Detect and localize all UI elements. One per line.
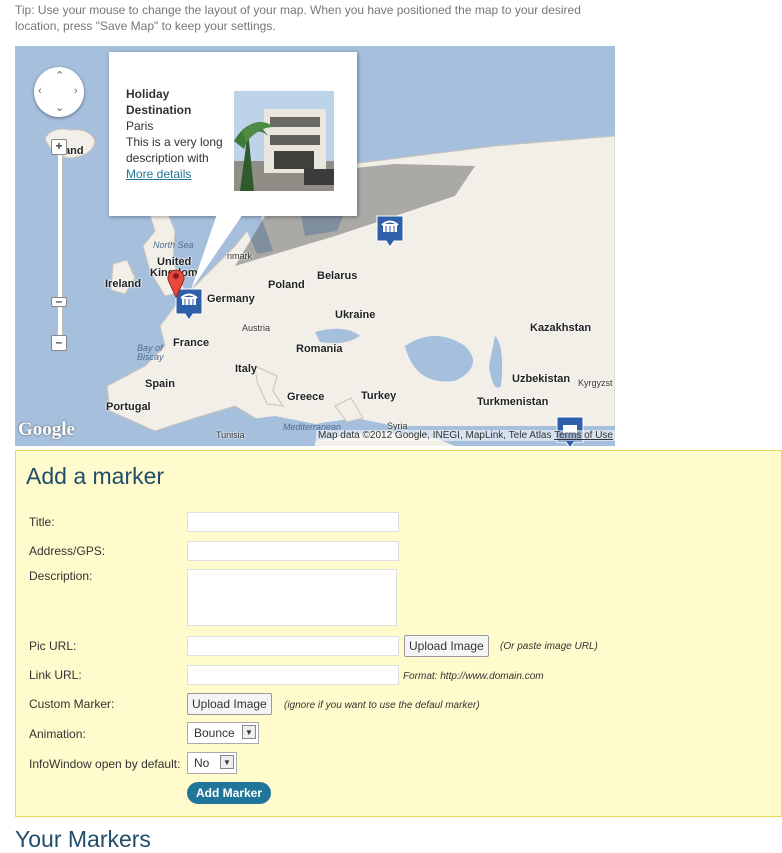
map-marker-icon[interactable]: [376, 215, 404, 249]
custom-marker-hint: (ignore if you want to use the defaul ma…: [284, 700, 480, 711]
custom-marker-upload-button[interactable]: Upload Image: [187, 693, 272, 715]
map-label-ireland: Ireland: [105, 278, 142, 290]
pan-right-icon[interactable]: ›: [74, 85, 78, 97]
map-credits: Map data ©2012 Google, INEGI, MapLink, T…: [316, 430, 615, 441]
pan-control[interactable]: ⌃ ⌄ ‹ ›: [34, 67, 84, 117]
link-url-label: Link URL:: [29, 668, 82, 682]
info-window-image: [234, 91, 334, 191]
info-window-city: Paris: [126, 119, 154, 133]
map-label-ukraine: Ukraine: [335, 309, 376, 321]
info-window-description: This is a very long description with: [126, 135, 223, 165]
map-label-greece: Greece: [287, 391, 325, 403]
pan-left-icon[interactable]: ‹: [38, 85, 42, 97]
map-label-turkmenistan: Turkmenistan: [477, 396, 549, 408]
add-marker-panel: Add a marker Title: Address/GPS: Descrip…: [15, 450, 782, 817]
chevron-down-icon: ▼: [220, 755, 234, 769]
more-details-link[interactable]: More details: [126, 167, 191, 181]
map-label-bay-of-biscay-2: Biscay: [137, 352, 164, 362]
panel-heading: Add a marker: [26, 463, 165, 489]
map-label-germany: Germany: [207, 293, 255, 305]
zoom-slider[interactable]: [57, 146, 63, 343]
infowindow-label: InfoWindow open by default:: [29, 757, 181, 771]
pic-url-input[interactable]: [187, 636, 399, 656]
zoom-out-button[interactable]: –: [51, 335, 67, 351]
google-logo: Google: [18, 419, 75, 440]
info-window-title: Holiday Destination: [126, 87, 192, 117]
title-label: Title:: [29, 515, 55, 529]
upload-image-button[interactable]: Upload Image: [404, 635, 489, 657]
title-input[interactable]: [187, 512, 399, 532]
info-window-tail: [191, 214, 243, 290]
map-label-belarus: Belarus: [317, 270, 358, 282]
address-label: Address/GPS:: [29, 544, 106, 558]
animation-value: Bounce: [194, 726, 235, 740]
terms-of-use-link[interactable]: Terms of Use: [554, 430, 613, 441]
map-label-austria: Austria: [242, 323, 271, 333]
info-window: Holiday Destination Paris This is a very…: [109, 52, 357, 216]
map-data-credits: Map data ©2012 Google, INEGI, MapLink, T…: [318, 430, 552, 441]
custom-marker-label: Custom Marker:: [29, 697, 115, 711]
infowindow-select[interactable]: No ▼: [187, 752, 237, 774]
map-label-kyrgyz: Kyrgyzst: [578, 378, 613, 388]
map-label-france: France: [173, 337, 210, 349]
description-label: Description:: [29, 569, 93, 583]
address-input[interactable]: [187, 541, 399, 561]
zoom-in-button[interactable]: +: [51, 139, 67, 155]
description-textarea[interactable]: [187, 569, 397, 626]
animation-label: Animation:: [29, 727, 86, 741]
infowindow-value: No: [194, 756, 210, 770]
pan-up-icon[interactable]: ⌃: [55, 69, 64, 82]
map-label-tunisia: Tunisia: [216, 430, 245, 440]
map-label-italy: Italy: [235, 363, 258, 375]
add-marker-button[interactable]: Add Marker: [187, 782, 271, 804]
animation-select[interactable]: Bounce ▼: [187, 722, 259, 744]
chevron-down-icon: ▼: [242, 725, 256, 739]
link-url-input[interactable]: [187, 665, 399, 685]
map-label-turkey: Turkey: [361, 390, 397, 402]
pan-down-icon[interactable]: ⌄: [55, 101, 64, 114]
map-label-portugal: Portugal: [106, 401, 151, 413]
zoom-handle[interactable]: –: [51, 295, 67, 307]
map-label-romania: Romania: [296, 343, 343, 355]
map-label-poland: Poland: [268, 279, 305, 291]
pic-url-hint: (Or paste image URL): [500, 641, 598, 652]
map-label-spain: Spain: [145, 378, 175, 390]
map-label-kazakhstan: Kazakhstan: [530, 322, 592, 334]
tip-text: Tip: Use your mouse to change the layout…: [15, 3, 581, 33]
map-canvas[interactable]: land North Sea United Kingdom nmark Irel…: [15, 46, 615, 446]
map-label-uzbekistan: Uzbekistan: [512, 373, 571, 385]
pic-url-label: Pic URL:: [29, 639, 77, 653]
link-url-hint: Format: http://www.domain.com: [403, 671, 544, 682]
